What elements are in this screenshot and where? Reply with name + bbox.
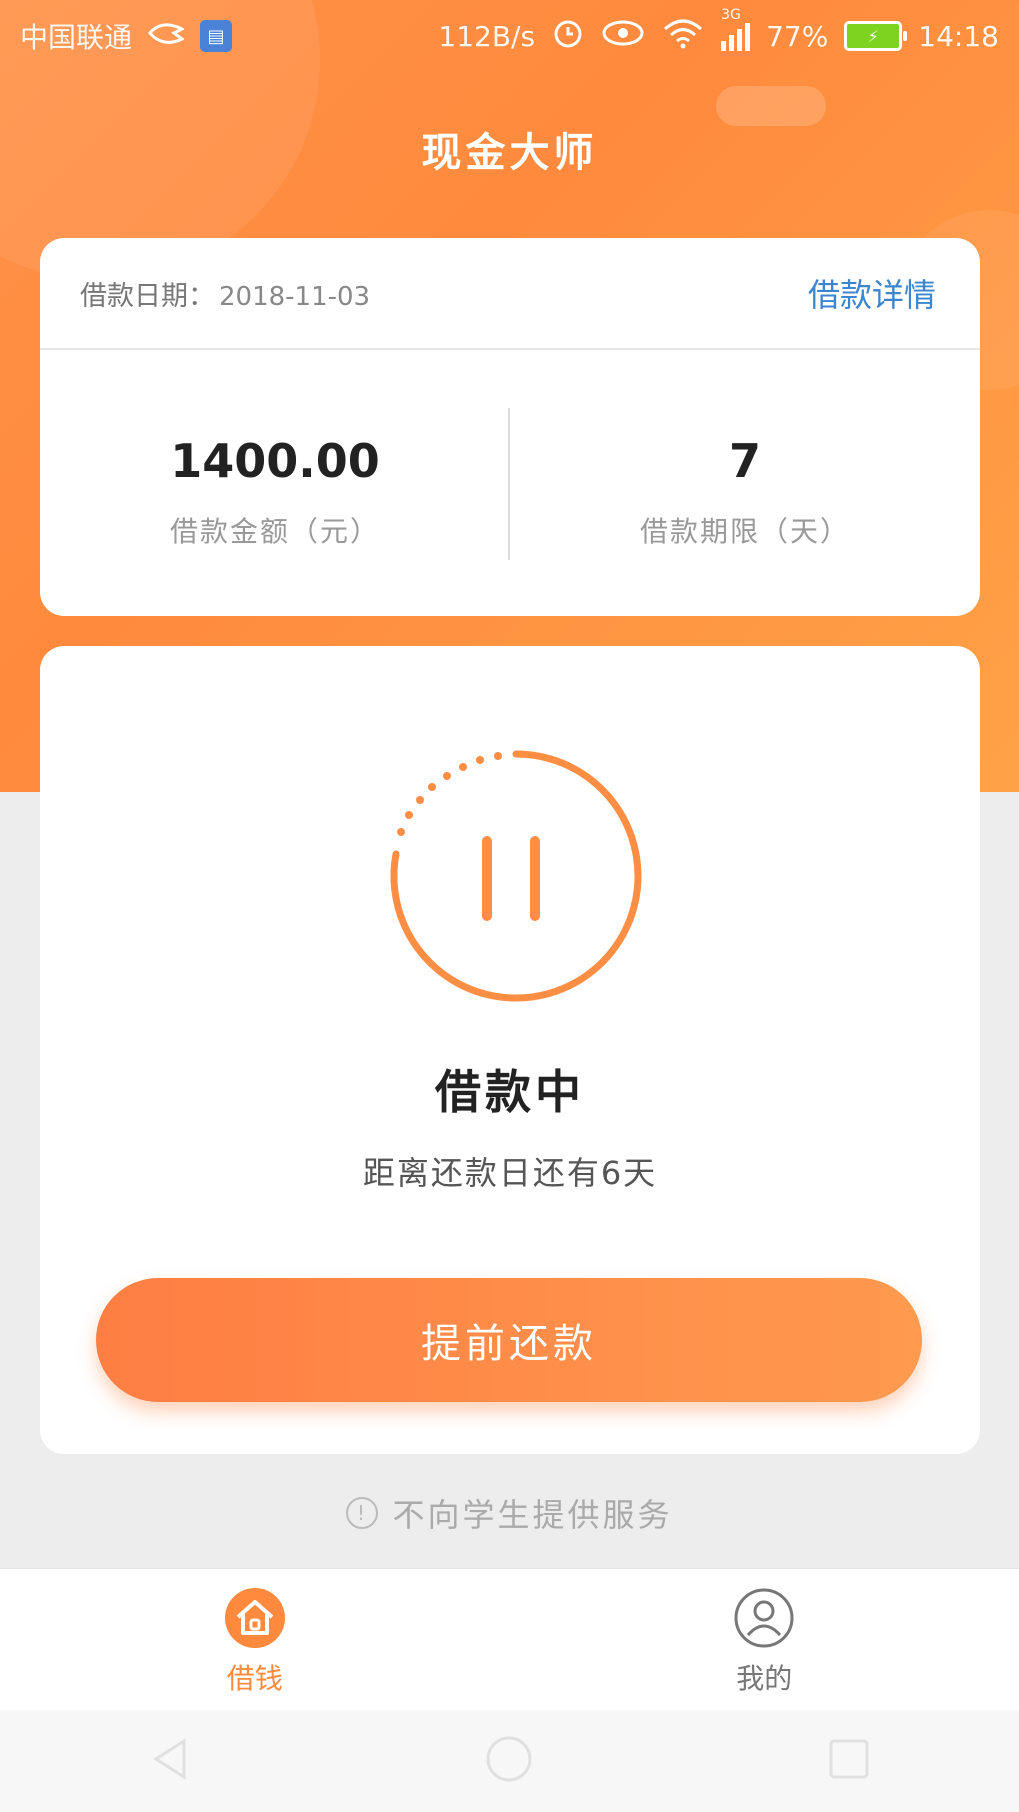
network-speed: 112B/s: [438, 19, 536, 53]
tab-borrow[interactable]: 借钱: [0, 1569, 510, 1710]
battery-percent: 77%: [766, 19, 829, 53]
student-notice: ! 不向学生提供服务: [0, 1490, 1019, 1536]
loan-date-label: 借款日期：: [80, 280, 215, 312]
tab-mine[interactable]: 我的: [510, 1569, 1019, 1710]
network-type: 3G: [721, 7, 741, 23]
home-icon: [224, 1587, 286, 1649]
loan-term: 7 借款期限（天）: [510, 350, 980, 616]
loan-amount-value: 1400.00: [170, 434, 380, 488]
eye-icon: [601, 18, 645, 55]
tab-mine-label: 我的: [736, 1662, 793, 1695]
loan-status-title: 借款中: [435, 1065, 585, 1119]
early-repay-button[interactable]: 提前还款: [96, 1278, 922, 1402]
info-icon: !: [346, 1497, 379, 1529]
screen: 中国联通 ▤ 112B/s 3G 77% ⚡ 14:18 现金大师 借款日期： …: [0, 0, 1019, 1812]
back-button[interactable]: [140, 1731, 200, 1791]
page-title: 现金大师: [421, 130, 598, 176]
pause-status-icon: [386, 746, 646, 1006]
notice-text: 不向学生提供服务: [392, 1496, 673, 1534]
home-button[interactable]: [479, 1731, 539, 1791]
loan-info-header: 借款日期： 2018-11-03 借款详情: [40, 238, 980, 350]
home-circle-icon: [484, 1734, 534, 1788]
loan-info-card: 借款日期： 2018-11-03 借款详情 1400.00 借款金额（元） 7 借…: [40, 238, 980, 616]
loan-date-value: 2018-11-03: [219, 281, 371, 312]
battery-icon: ⚡: [844, 21, 908, 51]
tab-borrow-label: 借钱: [226, 1662, 283, 1695]
notification-bird-icon: [148, 19, 186, 54]
status-right: 112B/s 3G 77% ⚡ 14:18: [438, 7, 999, 57]
loan-info-body: 1400.00 借款金额（元） 7 借款期限（天）: [40, 350, 980, 616]
recents-square-icon: [827, 1737, 871, 1785]
signal-bars: [721, 21, 751, 51]
column-divider: [508, 408, 510, 560]
system-navigation-bar: [0, 1710, 1019, 1812]
status-left: 中国联通 ▤: [20, 16, 233, 56]
back-triangle-icon: [150, 1737, 190, 1785]
bottom-tab-bar: 借钱 我的: [0, 1568, 1019, 1710]
clock-time: 14:18: [918, 19, 999, 53]
status-bar: 中国联通 ▤ 112B/s 3G 77% ⚡ 14:18: [0, 0, 1019, 72]
alarm-icon: [551, 16, 585, 57]
recents-button[interactable]: [819, 1731, 879, 1791]
carrier-name: 中国联通: [20, 21, 133, 54]
user-icon: [733, 1587, 795, 1649]
wifi-icon: [661, 17, 705, 56]
loan-amount-caption: 借款金额（元）: [169, 515, 380, 548]
loan-term-caption: 借款期限（天）: [639, 515, 850, 548]
loan-amount: 1400.00 借款金额（元）: [40, 350, 510, 616]
app-notification-icon: ▤: [200, 20, 233, 52]
signal-icon: 3G: [721, 7, 751, 51]
loan-status-card: 借款中 距离还款日还有6天 提前还款: [40, 646, 980, 1454]
loan-term-value: 7: [728, 434, 761, 488]
loan-date: 借款日期： 2018-11-03: [80, 274, 370, 313]
repay-countdown: 距离还款日还有6天: [362, 1154, 658, 1192]
loan-details-link[interactable]: 借款详情: [808, 270, 936, 316]
